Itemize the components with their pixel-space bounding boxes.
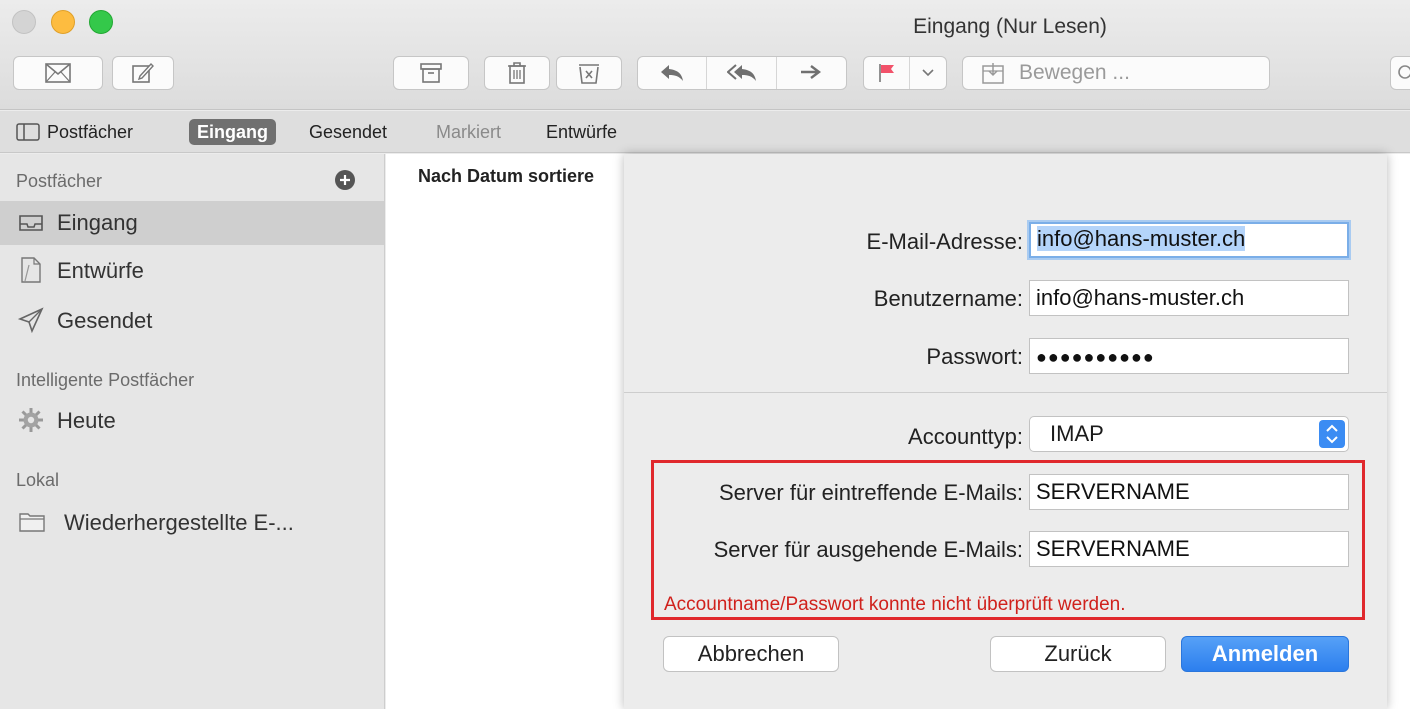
favorites-mailboxes-label: Postfächer bbox=[47, 122, 134, 142]
window-zoom-button[interactable] bbox=[89, 10, 113, 34]
get-mail-button[interactable] bbox=[13, 56, 103, 90]
draft-document-icon bbox=[21, 257, 41, 283]
incoming-server-label: Server für eintreffende E-Mails: bbox=[718, 480, 1023, 505]
reply-all-button[interactable] bbox=[707, 57, 777, 89]
window-minimize-button[interactable] bbox=[51, 10, 75, 34]
email-value: info@hans-muster.ch bbox=[1037, 226, 1246, 251]
reply-group bbox=[637, 56, 847, 90]
window-close-button[interactable] bbox=[12, 10, 36, 34]
email-label: E-Mail-Adresse: bbox=[866, 229, 1023, 254]
password-label: Passwort: bbox=[926, 344, 1023, 369]
gear-icon bbox=[19, 408, 43, 432]
favorites-bar: Postfächer Eingang Gesendet Markiert Ent… bbox=[0, 111, 1410, 153]
flag-icon bbox=[878, 64, 894, 82]
accounttype-value: IMAP bbox=[1050, 421, 1104, 446]
add-account-sheet: E-Mail-Adresse: info@hans-muster.ch Benu… bbox=[624, 154, 1387, 709]
sidebar-item-label: Entwürfe bbox=[57, 258, 144, 283]
inbox-icon bbox=[19, 215, 43, 231]
add-mailbox-button[interactable] bbox=[335, 170, 355, 190]
forward-button[interactable] bbox=[777, 57, 846, 89]
sidebar-item-label: Heute bbox=[57, 408, 116, 433]
login-button[interactable]: Anmelden bbox=[1181, 636, 1349, 672]
accounttype-label: Accounttyp: bbox=[908, 424, 1023, 449]
sidebar-section-smart: Intelligente Postfächer bbox=[16, 370, 195, 390]
sort-order-header[interactable]: Nach Datum sortiere bbox=[418, 166, 594, 187]
paper-plane-icon bbox=[18, 307, 44, 333]
select-arrows-icon bbox=[1319, 420, 1345, 448]
search-field[interactable] bbox=[1390, 56, 1410, 90]
incoming-server-field[interactable]: SERVERNAME bbox=[1029, 474, 1349, 510]
sheet-divider bbox=[624, 392, 1387, 393]
flag-menu[interactable] bbox=[910, 57, 946, 89]
sidebar: Postfächer Eingang Entwürfe Gesendet Int… bbox=[0, 154, 385, 709]
sidebar-item-inbox[interactable]: Eingang bbox=[0, 201, 384, 245]
compose-button[interactable] bbox=[112, 56, 174, 90]
sidebar-section-local: Lokal bbox=[16, 470, 60, 490]
sidebar-item-recovered[interactable]: Wiederhergestellte E-... bbox=[0, 501, 384, 545]
junk-icon bbox=[579, 64, 599, 84]
delete-button[interactable] bbox=[484, 56, 550, 90]
move-to-mailbox-icon bbox=[982, 63, 1004, 84]
envelope-icon bbox=[45, 63, 71, 83]
favorite-drafts[interactable]: Entwürfe bbox=[546, 119, 617, 145]
forward-icon bbox=[801, 65, 822, 79]
email-field[interactable]: info@hans-muster.ch bbox=[1029, 222, 1349, 258]
plus-icon bbox=[340, 175, 350, 185]
reply-button[interactable] bbox=[638, 57, 708, 89]
sidebar-item-label: Eingang bbox=[57, 210, 138, 235]
accounttype-select[interactable]: IMAP bbox=[1029, 416, 1349, 452]
flag-button[interactable] bbox=[863, 56, 947, 90]
sidebar-item-today[interactable]: Heute bbox=[0, 399, 384, 443]
chevron-down-icon bbox=[922, 69, 934, 77]
favorite-sent[interactable]: Gesendet bbox=[309, 119, 387, 145]
sidebar-item-label: Wiederhergestellte E-... bbox=[64, 510, 294, 535]
error-message: Accountname/Passwort konnte nicht überpr… bbox=[664, 594, 1126, 615]
sidebar-section-mailboxes: Postfächer bbox=[16, 171, 103, 191]
search-icon bbox=[1398, 65, 1410, 79]
favorite-inbox[interactable]: Eingang bbox=[189, 119, 276, 145]
reply-all-icon bbox=[726, 64, 756, 81]
move-button[interactable]: Bewegen ... bbox=[962, 56, 1270, 90]
password-field[interactable]: ●●●●●●●●●● bbox=[1029, 338, 1349, 374]
flag-main[interactable] bbox=[864, 57, 910, 89]
sidebar-item-label: Gesendet bbox=[57, 308, 153, 333]
compose-icon bbox=[132, 62, 154, 83]
archive-icon bbox=[420, 63, 442, 83]
sidebar-item-sent[interactable]: Gesendet bbox=[0, 299, 384, 343]
favorites-mailboxes-toggle[interactable]: Postfächer bbox=[16, 119, 133, 145]
username-field[interactable]: info@hans-muster.ch bbox=[1029, 280, 1349, 316]
junk-button[interactable] bbox=[556, 56, 622, 90]
window-title: Eingang (Nur Lesen) bbox=[913, 15, 1107, 38]
outgoing-server-field[interactable]: SERVERNAME bbox=[1029, 531, 1349, 567]
trash-icon bbox=[508, 62, 526, 84]
outgoing-server-label: Server für ausgehende E-Mails: bbox=[713, 537, 1023, 562]
sidebar-item-drafts[interactable]: Entwürfe bbox=[0, 249, 384, 293]
sidebar-toggle-icon bbox=[16, 123, 40, 141]
folder-icon bbox=[19, 513, 45, 532]
move-button-label: Bewegen ... bbox=[1019, 61, 1130, 84]
reply-icon bbox=[661, 65, 684, 81]
back-button[interactable]: Zurück bbox=[990, 636, 1166, 672]
cancel-button[interactable]: Abbrechen bbox=[663, 636, 839, 672]
archive-button[interactable] bbox=[393, 56, 469, 90]
username-label: Benutzername: bbox=[873, 286, 1023, 311]
favorite-flagged[interactable]: Markiert bbox=[436, 119, 501, 145]
window-toolbar: Eingang (Nur Lesen) Bewegen ... bbox=[0, 0, 1410, 110]
password-value: ●●●●●●●●●● bbox=[1036, 347, 1155, 367]
